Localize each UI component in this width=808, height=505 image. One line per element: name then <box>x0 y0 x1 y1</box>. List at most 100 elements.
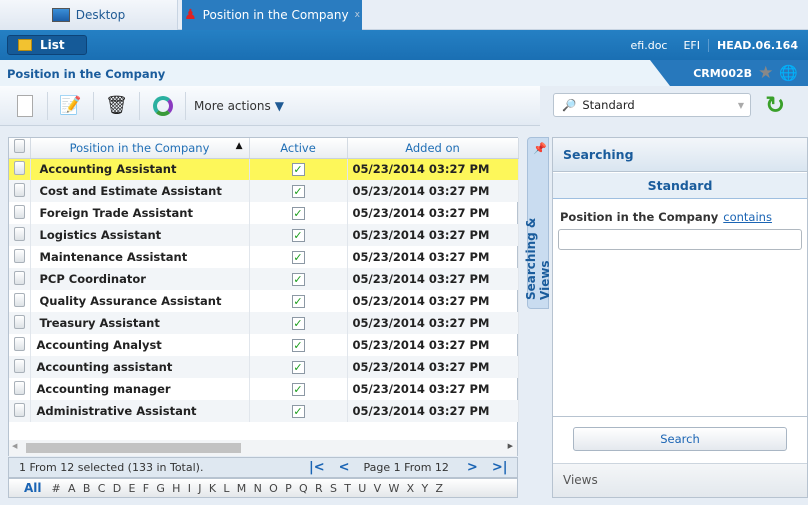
active-cell[interactable]: ✓ <box>249 158 348 180</box>
company-code[interactable]: EFI <box>675 38 709 52</box>
alpha-filter-hash[interactable]: # <box>52 482 61 495</box>
last-page-icon[interactable]: >| <box>492 460 508 475</box>
checkbox-checked-icon[interactable]: ✓ <box>291 273 305 286</box>
alpha-filter-c[interactable]: C <box>98 482 106 495</box>
alpha-filter-v[interactable]: V <box>374 482 382 495</box>
apply-refresh-button[interactable]: ↻ <box>765 91 785 119</box>
edit-button[interactable]: 📝 <box>56 91 94 120</box>
checkbox-checked-icon[interactable]: ✓ <box>291 229 305 242</box>
table-row[interactable]: Accounting assistant ✓ 05/23/2014 03:27 … <box>9 356 519 378</box>
alpha-filter-s[interactable]: S <box>330 482 337 495</box>
next-page-icon[interactable]: > <box>467 460 478 475</box>
new-button[interactable] <box>10 91 48 120</box>
active-cell[interactable]: ✓ <box>249 400 348 422</box>
scrollbar-thumb[interactable] <box>26 443 241 453</box>
column-header-active[interactable]: Active <box>249 138 348 159</box>
alpha-filter-k[interactable]: K <box>209 482 216 495</box>
close-icon[interactable]: x <box>355 10 360 20</box>
alpha-filter-b[interactable]: B <box>83 482 91 495</box>
table-row[interactable]: Administrative Assistant ✓ 05/23/2014 03… <box>9 400 519 422</box>
column-header-position[interactable]: Position in the Company ▲ <box>30 138 250 159</box>
delete-button[interactable]: 🗑 <box>102 91 140 120</box>
row-select[interactable] <box>9 246 31 268</box>
row-select[interactable] <box>9 158 31 180</box>
row-select[interactable] <box>9 180 31 202</box>
table-row[interactable]: Treasury Assistant ✓ 05/23/2014 03:27 PM <box>9 312 519 334</box>
checkbox-checked-icon[interactable]: ✓ <box>291 185 305 198</box>
checkbox-checked-icon[interactable]: ✓ <box>291 317 305 330</box>
tab-desktop[interactable]: Desktop <box>0 0 178 30</box>
checkbox-checked-icon[interactable]: ✓ <box>291 339 305 352</box>
active-cell[interactable]: ✓ <box>249 246 348 268</box>
active-cell[interactable]: ✓ <box>249 268 348 290</box>
select-all-header[interactable] <box>9 138 31 159</box>
row-select[interactable] <box>9 356 31 378</box>
checkbox-checked-icon[interactable]: ✓ <box>291 163 305 177</box>
active-cell[interactable]: ✓ <box>249 378 348 400</box>
checkbox-checked-icon[interactable]: ✓ <box>291 295 305 308</box>
active-cell[interactable]: ✓ <box>249 202 348 224</box>
tab-position-in-company[interactable]: ♟ Position in the Company x <box>182 0 362 30</box>
table-row[interactable]: Quality Assurance Assistant ✓ 05/23/2014… <box>9 290 519 312</box>
alpha-filter-g[interactable]: G <box>156 482 165 495</box>
checkbox-checked-icon[interactable]: ✓ <box>291 405 305 418</box>
alpha-filter-t[interactable]: T <box>344 482 351 495</box>
user-doc[interactable]: efi.doc <box>623 39 676 52</box>
alpha-filter-o[interactable]: O <box>269 482 278 495</box>
row-select[interactable] <box>9 378 31 400</box>
alpha-filter-j[interactable]: J <box>198 482 201 495</box>
row-select[interactable] <box>9 268 31 290</box>
alpha-filter-i[interactable]: I <box>188 482 191 495</box>
row-select[interactable] <box>9 312 31 334</box>
search-view-select[interactable]: 🔎 Standard ▼ <box>553 93 751 117</box>
column-header-added-on[interactable]: Added on <box>347 138 519 159</box>
globe-icon[interactable]: 🌐 <box>779 64 798 82</box>
alpha-filter-f[interactable]: F <box>143 482 149 495</box>
views-section[interactable]: Views <box>553 463 807 497</box>
active-cell[interactable]: ✓ <box>249 290 348 312</box>
alpha-filter-all[interactable]: All <box>24 481 42 495</box>
pin-icon[interactable]: 📌 <box>533 142 547 155</box>
alpha-filter-h[interactable]: H <box>172 482 180 495</box>
active-cell[interactable]: ✓ <box>249 356 348 378</box>
side-tab-label[interactable]: Searching & Views <box>524 175 552 300</box>
alpha-filter-d[interactable]: D <box>113 482 121 495</box>
active-cell[interactable]: ✓ <box>249 180 348 202</box>
active-cell[interactable]: ✓ <box>249 334 348 356</box>
active-cell[interactable]: ✓ <box>249 224 348 246</box>
table-row[interactable]: Maintenance Assistant ✓ 05/23/2014 03:27… <box>9 246 519 268</box>
row-select[interactable] <box>9 400 31 422</box>
alpha-filter-n[interactable]: N <box>254 482 262 495</box>
checkbox-checked-icon[interactable]: ✓ <box>291 207 305 220</box>
active-cell[interactable]: ✓ <box>249 312 348 334</box>
table-row[interactable]: Cost and Estimate Assistant ✓ 05/23/2014… <box>9 180 519 202</box>
alpha-filter-y[interactable]: Y <box>421 482 428 495</box>
scroll-left-icon[interactable]: ◀ <box>12 442 17 450</box>
search-button[interactable]: Search <box>573 427 787 451</box>
alpha-filter-u[interactable]: U <box>358 482 366 495</box>
position-filter-input[interactable] <box>558 229 802 250</box>
table-row[interactable]: Logistics Assistant ✓ 05/23/2014 03:27 P… <box>9 224 519 246</box>
scroll-right-icon[interactable]: ▶ <box>508 442 513 450</box>
table-row[interactable]: PCP Coordinator ✓ 05/23/2014 03:27 PM <box>9 268 519 290</box>
prev-page-icon[interactable]: < <box>339 460 350 475</box>
alpha-filter-r[interactable]: R <box>315 482 323 495</box>
row-select[interactable] <box>9 290 31 312</box>
alpha-filter-p[interactable]: P <box>285 482 292 495</box>
operator-link[interactable]: contains <box>723 210 772 224</box>
alpha-filter-l[interactable]: L <box>223 482 229 495</box>
table-row[interactable]: Accounting manager ✓ 05/23/2014 03:27 PM <box>9 378 519 400</box>
alpha-filter-q[interactable]: Q <box>299 482 308 495</box>
alpha-filter-x[interactable]: X <box>407 482 415 495</box>
table-row[interactable]: Foreign Trade Assistant ✓ 05/23/2014 03:… <box>9 202 519 224</box>
row-select[interactable] <box>9 224 31 246</box>
checkbox-checked-icon[interactable]: ✓ <box>291 251 305 264</box>
list-button[interactable]: List <box>7 35 87 55</box>
alpha-filter-e[interactable]: E <box>128 482 135 495</box>
table-row[interactable]: Accounting Analyst ✓ 05/23/2014 03:27 PM <box>9 334 519 356</box>
branch-code[interactable]: HEAD.06.164 <box>709 39 798 52</box>
standard-view-header[interactable]: Standard <box>553 173 807 199</box>
horizontal-scrollbar[interactable]: ◀ ▶ <box>9 440 517 456</box>
alpha-filter-a[interactable]: A <box>68 482 76 495</box>
star-icon[interactable]: ★ <box>758 63 773 83</box>
